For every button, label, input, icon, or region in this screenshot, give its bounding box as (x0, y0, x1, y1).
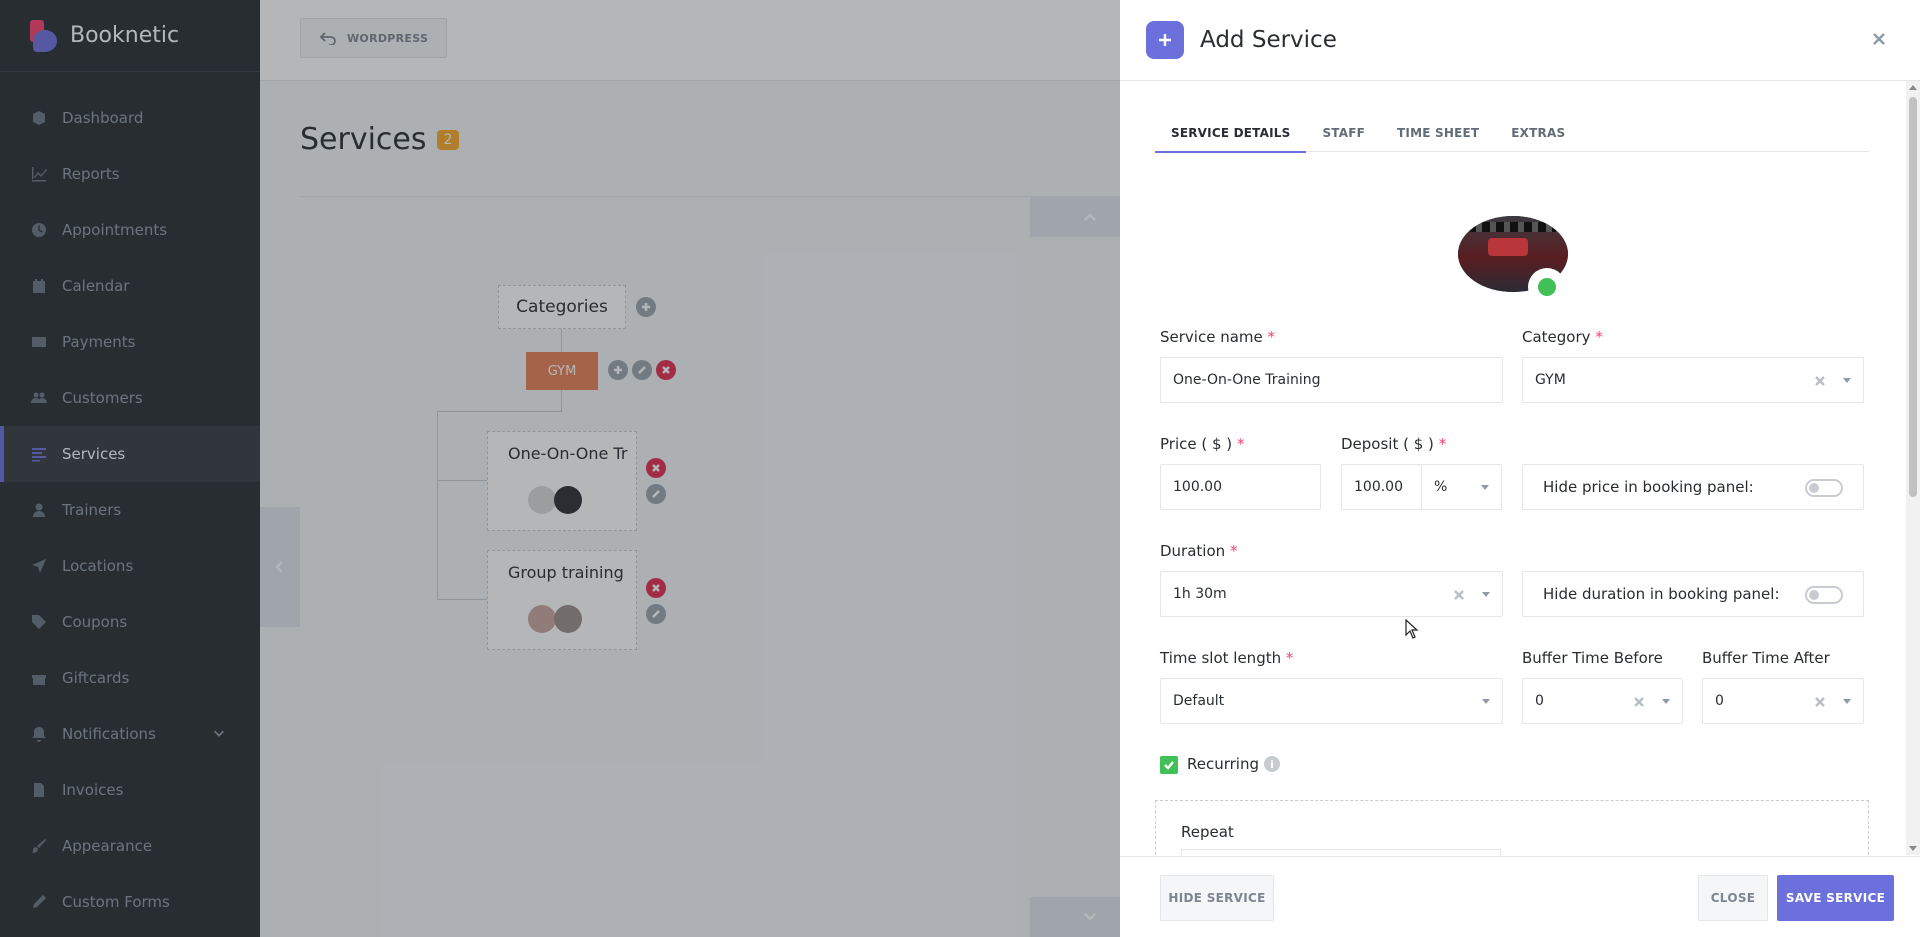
required-mark: * (1267, 328, 1276, 346)
time-slot-label: Time slot length * (1160, 649, 1293, 667)
required-mark: * (1595, 328, 1603, 346)
deposit-value: 100.00 (1354, 479, 1403, 495)
hide-price-toggle[interactable] (1805, 479, 1843, 497)
deposit-label: Deposit ( $ ) * (1341, 435, 1446, 453)
hide-service-button[interactable]: HIDE SERVICE (1160, 875, 1274, 921)
tab-time-sheet[interactable]: TIME SHEET (1381, 113, 1495, 152)
tab-extras[interactable]: EXTRAS (1495, 113, 1581, 152)
time-slot-select[interactable]: Default (1160, 678, 1503, 724)
repeat-section: Repeat (1155, 800, 1869, 869)
plus-icon (1146, 21, 1184, 59)
hide-duration-toggle[interactable] (1805, 586, 1843, 604)
duration-value: 1h 30m (1173, 586, 1227, 602)
deposit-type-select[interactable]: % (1421, 464, 1502, 510)
clear-icon[interactable] (1634, 695, 1646, 707)
info-icon[interactable]: i (1264, 756, 1280, 772)
price-label: Price ( $ ) * (1160, 435, 1244, 453)
buffer-after-select[interactable]: 0 (1702, 678, 1864, 724)
service-name-label-text: Service name (1160, 328, 1263, 346)
mouse-cursor-icon (1405, 619, 1419, 639)
save-service-button[interactable]: SAVE SERVICE (1777, 875, 1894, 921)
required-mark: * (1438, 435, 1447, 453)
add-service-panel: Add Service SERVICE DETAILS STAFF TIME S… (1120, 0, 1920, 937)
hide-price-label: Hide price in booking panel: (1543, 478, 1754, 496)
panel-header: Add Service (1120, 0, 1920, 81)
buffer-before-value: 0 (1535, 693, 1544, 709)
hide-duration-toggle-row: Hide duration in booking panel: (1522, 571, 1864, 617)
caret-down-icon (1482, 699, 1490, 704)
close-button[interactable]: CLOSE (1698, 875, 1768, 921)
buffer-after-label: Buffer Time After (1702, 649, 1830, 667)
scroll-up-arrow-icon[interactable] (1909, 85, 1917, 90)
price-input[interactable]: 100.00 (1160, 464, 1321, 510)
panel-title: Add Service (1200, 27, 1337, 53)
clear-icon[interactable] (1454, 588, 1466, 600)
clear-icon[interactable] (1815, 374, 1827, 386)
scrollbar-thumb[interactable] (1909, 97, 1917, 497)
duration-select[interactable]: 1h 30m (1160, 571, 1503, 617)
panel-footer: HIDE SERVICE CLOSE SAVE SERVICE (1120, 856, 1920, 937)
price-label-text: Price ( $ ) (1160, 435, 1233, 453)
price-value: 100.00 (1173, 479, 1222, 495)
modal-backdrop[interactable] (0, 0, 1120, 937)
caret-down-icon (1662, 699, 1670, 704)
caret-down-icon (1481, 485, 1489, 490)
category-value: GYM (1535, 372, 1566, 388)
category-select[interactable]: GYM (1522, 357, 1864, 403)
deposit-type-value: % (1434, 479, 1448, 495)
tabs: SERVICE DETAILS STAFF TIME SHEET EXTRAS (1155, 113, 1869, 153)
service-name-value: One-On-One Training (1173, 372, 1321, 388)
recurring-label[interactable]: Recurring (1187, 755, 1259, 773)
duration-label: Duration * (1160, 542, 1237, 560)
time-slot-value: Default (1173, 693, 1225, 709)
duration-label-text: Duration (1160, 542, 1226, 560)
recurring-checkbox[interactable] (1160, 756, 1178, 774)
caret-down-icon (1482, 592, 1490, 597)
scrollbar[interactable] (1906, 81, 1920, 855)
close-icon[interactable] (1868, 28, 1890, 50)
category-label: Category * (1522, 328, 1603, 346)
buffer-before-label: Buffer Time Before (1522, 649, 1663, 667)
hide-duration-label: Hide duration in booking panel: (1543, 585, 1780, 603)
category-label-text: Category (1522, 328, 1591, 346)
required-mark: * (1285, 649, 1294, 667)
required-mark: * (1229, 542, 1238, 560)
buffer-after-value: 0 (1715, 693, 1724, 709)
status-badge[interactable] (1528, 268, 1566, 306)
caret-down-icon (1843, 699, 1851, 704)
scroll-down-arrow-icon[interactable] (1909, 846, 1917, 851)
deposit-label-text: Deposit ( $ ) (1341, 435, 1434, 453)
deposit-input[interactable]: 100.00 (1341, 464, 1422, 510)
time-slot-label-text: Time slot length (1160, 649, 1282, 667)
service-name-label: Service name * (1160, 328, 1275, 346)
tab-staff[interactable]: STAFF (1306, 113, 1381, 152)
status-dot (1538, 278, 1556, 296)
service-name-input[interactable]: One-On-One Training (1160, 357, 1503, 403)
required-mark: * (1236, 435, 1245, 453)
hide-price-toggle-row: Hide price in booking panel: (1522, 464, 1864, 510)
repeat-label: Repeat (1181, 823, 1234, 841)
tab-service-details[interactable]: SERVICE DETAILS (1155, 113, 1307, 153)
check-icon (1164, 761, 1174, 770)
caret-down-icon (1843, 378, 1851, 383)
clear-icon[interactable] (1815, 695, 1827, 707)
buffer-before-select[interactable]: 0 (1522, 678, 1683, 724)
